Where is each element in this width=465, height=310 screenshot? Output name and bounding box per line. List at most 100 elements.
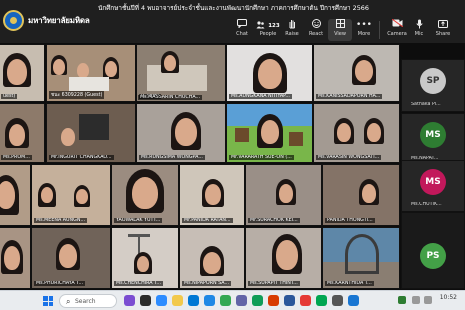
tray-network-icon[interactable] [412,296,420,304]
participant-name: Sathaka Pi... [411,102,441,107]
chat-bubble-icon [230,19,254,31]
tray-app-icon[interactable] [398,296,406,304]
participant-name: Ms.MASSARIN CHUCHA... [138,95,203,100]
participant-name: PANIDA THONGTI... [325,218,375,223]
participant-name: Ms.MEENA AUNGN... [34,218,88,223]
video-tile[interactable]: Ms.PHURICHAYA T... [31,227,111,289]
participant-name: uest) [1,94,18,99]
video-tile[interactable]: Ms.RUNGSIMA WONGPA... [136,103,226,163]
smiley-icon [304,19,328,31]
zoom-app-icon[interactable] [156,295,167,306]
video-tile[interactable]: Mr.SURACHOK KEI... [245,164,322,226]
video-tile[interactable]: uest) [0,44,45,102]
edge-icon[interactable] [188,295,199,306]
excel-icon[interactable] [252,295,263,306]
video-tile[interactable]: Ms.MEENA AUNGN... [31,164,111,226]
react-button[interactable]: React [304,19,328,41]
hand-icon [280,19,304,31]
participant-avatar-tile[interactable]: MS Ms.CHUTIK... [401,160,465,212]
avatar: PS [420,243,446,269]
logo-text: มหาวิทยาลัยมหิดล [28,16,90,25]
people-button[interactable]: 123 People [255,19,281,41]
participant-avatar-tile[interactable]: MS Ms.NAPAT... [401,113,465,166]
participant-name: Ms.NIPAPORN SA... [182,281,232,286]
participant-name: Ms.PHURICHAYA T... [34,281,86,286]
participant-name: Mr.SURACHOK KEI... [248,218,300,223]
participant-name: Ms.CHENCHIRA T... [114,281,163,286]
participant-name: Ms.RUNGSIMA WONGPA... [139,155,205,160]
meeting-header: มหาวิทยาลัยมหิดล นักศึกษาชั้นปีที่ 4 พบอ… [0,0,465,43]
video-tile[interactable]: Mr.PANIDA RATAN... [179,164,245,226]
participant-avatar-tile[interactable]: SP Sathaka Pi... [401,59,465,112]
app-icon[interactable] [332,295,343,306]
windows-taskbar: ⌕ Search 10:52 [0,290,465,310]
more-dots-icon: ••• [356,20,372,30]
toolbar-divider [379,21,380,39]
video-tile[interactable]: Mr.INGURIT CHANGKAO... [46,103,136,163]
video-tile[interactable]: Ms.VARASIN WONGSATI... [313,103,400,163]
video-tile[interactable]: Ms.PROM... [0,103,45,163]
university-logo: มหาวิทยาลัยมหิดล [3,10,90,31]
share-button[interactable]: Share [431,19,455,41]
video-tile[interactable]: PANIDA THONGTI... [322,164,400,226]
windows-start-icon[interactable] [43,296,53,306]
search-placeholder: Search [75,298,96,305]
app-icon[interactable] [300,295,311,306]
mic-label: Mic [414,31,424,37]
video-tile[interactable]: Ms.MASSARIN CHUCHA... [136,44,226,102]
participant-name: Ms.AUNGKANA NITIYAP... [229,94,292,99]
participant-avatar-tile[interactable]: PS [401,212,465,289]
participant-name: Ms.KANISSADAPORN HA... [316,94,383,99]
raise-label: Raise [285,31,299,37]
line-icon[interactable] [316,295,327,306]
grid-icon [328,19,352,31]
mic-button[interactable]: Mic [407,19,431,41]
participant-name: Ms.PROM... [1,155,32,160]
taskbar-search-input[interactable]: ⌕ Search [59,294,117,308]
mic-icon [407,19,431,31]
zoom-meeting-window: มหาวิทยาลัยมหิดล นักศึกษาชั้นปีที่ 4 พบอ… [0,0,465,310]
people-label: People [259,31,277,37]
taskbar-clock[interactable]: 10:52 [440,294,457,301]
video-tile[interactable] [0,164,31,226]
avatar: MS [420,122,446,148]
avatar: MS [420,169,446,195]
video-tile[interactable]: Ms.SUPAPIT THINT... [245,227,322,289]
raise-hand-button[interactable]: Raise [280,19,304,41]
participant-count: 123 [268,23,280,29]
avatar: SP [420,68,446,94]
participant-name: Ms.CHUTIK... [411,202,442,207]
word-icon[interactable] [284,295,295,306]
chrome-icon[interactable] [220,295,231,306]
participant-name: ชนะ 6309228 (Guest) [49,91,105,99]
more-label: More [357,31,371,37]
participant-name: Ms.KARNTHIDA T... [325,281,374,286]
video-tile[interactable]: Ms.KARNTHIDA T... [322,227,400,289]
react-label: React [308,31,324,37]
app-icon[interactable] [348,295,359,306]
video-tile[interactable] [0,227,31,289]
video-tile[interactable]: Ms.CHENCHIRA T... [111,227,179,289]
people-icon: 123 [255,19,281,31]
video-tile[interactable]: YAOWALAK YUTT... [111,164,179,226]
chat-button[interactable]: Chat [230,19,254,41]
participant-name: Ms.SUPAPIT THINT... [248,281,300,286]
app-icon[interactable] [124,295,135,306]
mail-icon[interactable] [204,295,215,306]
folder-icon[interactable] [172,295,183,306]
search-icon: ⌕ [66,297,71,306]
video-tile[interactable]: Ms.NIPAPORN SA... [179,227,245,289]
view-button[interactable]: View [328,19,352,41]
participant-name: Mr.VARARATH SUE-ON (... [229,155,294,160]
powerpoint-icon[interactable] [268,295,279,306]
tray-volume-icon[interactable] [424,296,432,304]
video-tile[interactable]: ชนะ 6309228 (Guest) [46,44,136,102]
video-tile[interactable]: Mr.VARARATH SUE-ON (... [226,103,313,163]
more-button[interactable]: ••• More [352,19,376,41]
meeting-title: นักศึกษาชั้นปีที่ 4 พบอาจารย์ประจำชั้นแล… [98,4,369,12]
video-tile[interactable]: Ms.KANISSADAPORN HA... [313,44,400,102]
task-view-icon[interactable] [140,295,151,306]
participant-name: YAOWALAK YUTT... [114,218,163,223]
teams-icon[interactable] [236,295,247,306]
video-tile[interactable]: Ms.AUNGKANA NITIYAP... [226,44,313,102]
